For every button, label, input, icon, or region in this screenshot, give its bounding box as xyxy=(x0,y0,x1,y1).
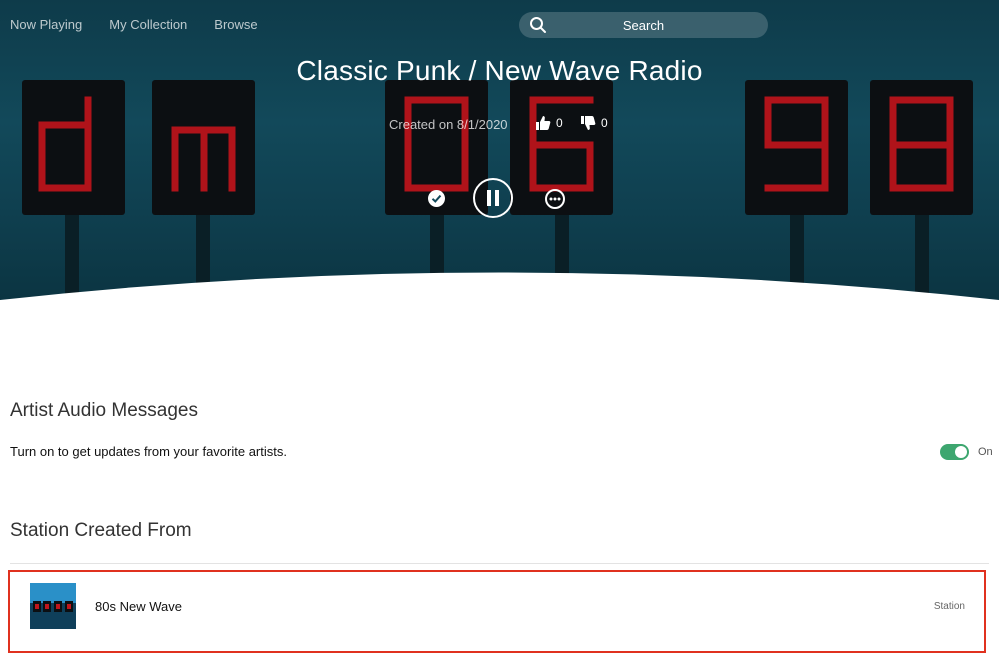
top-nav: Now Playing My Collection Browse xyxy=(10,17,258,32)
pause-button[interactable] xyxy=(473,178,513,218)
artist-audio-messages-description: Turn on to get updates from your favorit… xyxy=(10,444,287,459)
search-bar[interactable]: Search xyxy=(519,12,768,38)
station-created-from-heading: Station Created From xyxy=(10,520,192,541)
search-icon xyxy=(530,17,546,33)
station-thumbnail xyxy=(30,583,76,629)
divider xyxy=(10,563,989,564)
nav-my-collection[interactable]: My Collection xyxy=(109,17,187,32)
thumbs-up-count: 0 xyxy=(556,116,563,130)
nav-now-playing[interactable]: Now Playing xyxy=(10,17,82,32)
thumbs-up-icon xyxy=(536,116,551,130)
station-name: 80s New Wave xyxy=(95,599,182,614)
artist-messages-toggle[interactable] xyxy=(940,444,969,460)
thumbs-down-count: 0 xyxy=(601,116,608,130)
thumbs-up-button[interactable]: 0 xyxy=(535,115,563,131)
toggle-state-label: On xyxy=(978,446,993,458)
more-options-button[interactable] xyxy=(545,189,565,209)
toggle-knob xyxy=(955,446,967,458)
check-icon xyxy=(431,194,442,203)
station-hero: Now Playing My Collection Browse Search … xyxy=(0,0,999,305)
add-to-collection-button[interactable] xyxy=(428,190,445,207)
created-date: Created on 8/1/2020 xyxy=(389,117,508,132)
nav-browse[interactable]: Browse xyxy=(214,17,257,32)
station-list-item[interactable]: 80s New Wave Station xyxy=(8,570,986,653)
album-art-background xyxy=(0,80,999,305)
pause-icon xyxy=(487,190,499,206)
station-title: Classic Punk / New Wave Radio xyxy=(296,55,703,86)
artist-audio-messages-heading: Artist Audio Messages xyxy=(10,400,198,421)
search-label: Search xyxy=(622,17,665,33)
thumbs-down-button[interactable]: 0 xyxy=(580,115,608,131)
station-type-label: Station xyxy=(933,601,965,612)
thumbs-down-icon xyxy=(581,116,596,130)
more-icon xyxy=(549,197,561,201)
